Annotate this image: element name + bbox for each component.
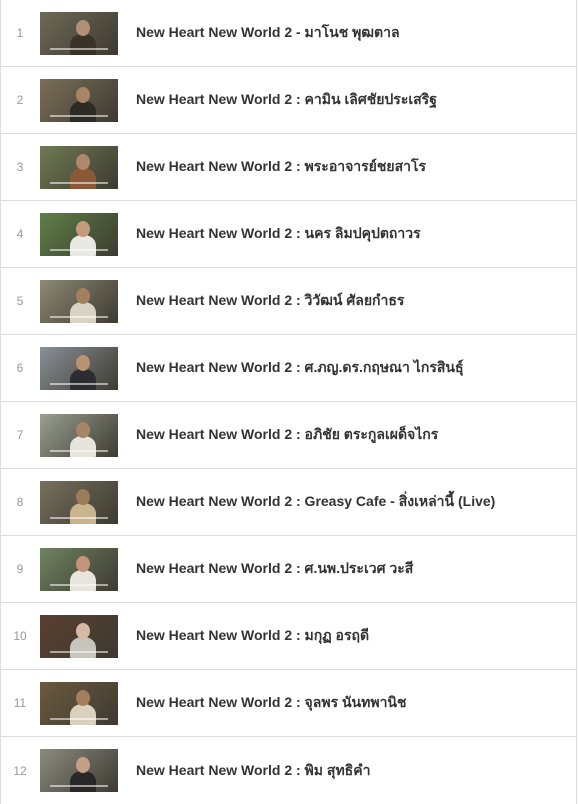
thumbnail-figure	[70, 302, 96, 323]
thumbnail-subtitle-bar	[50, 718, 108, 720]
thumbnail-face	[76, 690, 90, 706]
thumbnail-subtitle-bar	[50, 517, 108, 519]
thumbnail-subtitle-bar	[50, 182, 108, 184]
thumbnail-face	[76, 87, 90, 103]
video-title-link[interactable]: New Heart New World 2 : พิม สุทธิคำ	[136, 737, 370, 804]
playlist: 1 New Heart New World 2 - มาโนช พุฒตาล 2 Ne…	[0, 0, 577, 804]
playlist-item[interactable]: 11 New Heart New World 2 : จุลพร นันทพานิ…	[1, 670, 576, 737]
item-index: 9	[16, 562, 24, 576]
playlist-item[interactable]: 6 New Heart New World 2 : ศ.ภญ.ดร.กฤษณา ไ…	[1, 335, 576, 402]
thumbnail-face	[76, 221, 90, 237]
thumbnail-face	[76, 489, 90, 505]
video-thumbnail[interactable]	[40, 682, 118, 725]
item-index: 8	[16, 495, 24, 509]
thumbnail-subtitle-bar	[50, 785, 108, 787]
playlist-item[interactable]: 8 New Heart New World 2 : Greasy Cafe - ส…	[1, 469, 576, 536]
video-thumbnail[interactable]	[40, 280, 118, 323]
thumbnail-face	[76, 288, 90, 304]
item-index: 6	[16, 361, 24, 375]
item-index: 10	[13, 629, 27, 643]
video-title-link[interactable]: New Heart New World 2 : Greasy Cafe - สิ…	[136, 469, 495, 535]
item-index: 4	[16, 227, 24, 241]
playlist-item[interactable]: 1 New Heart New World 2 - มาโนช พุฒตาล	[1, 0, 576, 67]
thumbnail-subtitle-bar	[50, 584, 108, 586]
item-index: 1	[16, 26, 24, 40]
video-title-link[interactable]: New Heart New World 2 : พระอาจารย์ชยสาโร	[136, 134, 426, 200]
video-thumbnail[interactable]	[40, 213, 118, 256]
thumbnail-subtitle-bar	[50, 450, 108, 452]
video-title-link[interactable]: New Heart New World 2 : อภิชัย ตระกูลเผด…	[136, 402, 438, 468]
video-thumbnail[interactable]	[40, 414, 118, 457]
item-index: 12	[13, 763, 27, 778]
video-thumbnail[interactable]	[40, 481, 118, 524]
thumbnail-face	[76, 757, 90, 773]
playlist-item[interactable]: 5 New Heart New World 2 : วิวัฒน์ ศัลยกำธ…	[1, 268, 576, 335]
thumbnail-figure	[70, 771, 96, 792]
video-title-link[interactable]: New Heart New World 2 - มาโนช พุฒตาล	[136, 0, 400, 66]
thumbnail-figure	[70, 570, 96, 591]
playlist-item[interactable]: 4 New Heart New World 2 : นคร ลิมปคุปตถาว…	[1, 201, 576, 268]
thumbnail-face	[76, 355, 90, 371]
video-title-link[interactable]: New Heart New World 2 : มกุฏ อรฤดี	[136, 603, 369, 669]
thumbnail-face	[76, 623, 90, 639]
video-thumbnail[interactable]	[40, 548, 118, 591]
thumbnail-face	[76, 154, 90, 170]
playlist-item[interactable]: 10 New Heart New World 2 : มกุฏ อรฤดี	[1, 603, 576, 670]
item-index: 2	[16, 93, 24, 107]
video-thumbnail[interactable]	[40, 12, 118, 55]
item-index: 7	[16, 428, 24, 442]
item-index: 5	[16, 294, 24, 308]
thumbnail-figure	[70, 503, 96, 524]
thumbnail-subtitle-bar	[50, 316, 108, 318]
thumbnail-figure	[70, 704, 96, 725]
video-thumbnail[interactable]	[40, 347, 118, 390]
video-thumbnail[interactable]	[40, 749, 118, 792]
item-index: 11	[13, 696, 27, 710]
thumbnail-figure	[70, 369, 96, 390]
video-title-link[interactable]: New Heart New World 2 : คามิน เลิศชัยประ…	[136, 67, 437, 133]
video-title-link[interactable]: New Heart New World 2 : นคร ลิมปคุปตถาวร	[136, 201, 421, 267]
video-title-link[interactable]: New Heart New World 2 : วิวัฒน์ ศัลยกำธร	[136, 268, 404, 334]
item-index: 3	[16, 160, 24, 174]
thumbnail-figure	[70, 168, 96, 189]
playlist-item[interactable]: 9 New Heart New World 2 : ศ.นพ.ประเวศ วะส…	[1, 536, 576, 603]
thumbnail-figure	[70, 235, 96, 256]
thumbnail-figure	[70, 34, 96, 55]
playlist-item[interactable]: 3 New Heart New World 2 : พระอาจารย์ชยสาโ…	[1, 134, 576, 201]
thumbnail-subtitle-bar	[50, 249, 108, 251]
playlist-item[interactable]: 2 New Heart New World 2 : คามิน เลิศชัยปร…	[1, 67, 576, 134]
video-thumbnail[interactable]	[40, 615, 118, 658]
playlist-item[interactable]: 7 New Heart New World 2 : อภิชัย ตระกูลเผ…	[1, 402, 576, 469]
video-thumbnail[interactable]	[40, 146, 118, 189]
video-title-link[interactable]: New Heart New World 2 : ศ.นพ.ประเวศ วะสี	[136, 536, 413, 602]
thumbnail-figure	[70, 101, 96, 122]
video-thumbnail[interactable]	[40, 79, 118, 122]
thumbnail-subtitle-bar	[50, 651, 108, 653]
thumbnail-subtitle-bar	[50, 383, 108, 385]
thumbnail-face	[76, 20, 90, 36]
video-title-link[interactable]: New Heart New World 2 : ศ.ภญ.ดร.กฤษณา ไก…	[136, 335, 464, 401]
video-title-link[interactable]: New Heart New World 2 : จุลพร นันทพานิช	[136, 670, 407, 736]
thumbnail-figure	[70, 436, 96, 457]
thumbnail-figure	[70, 637, 96, 658]
thumbnail-subtitle-bar	[50, 48, 108, 50]
thumbnail-face	[76, 422, 90, 438]
thumbnail-subtitle-bar	[50, 115, 108, 117]
playlist-item[interactable]: 12 New Heart New World 2 : พิม สุทธิคำ	[1, 737, 576, 804]
thumbnail-face	[76, 556, 90, 572]
